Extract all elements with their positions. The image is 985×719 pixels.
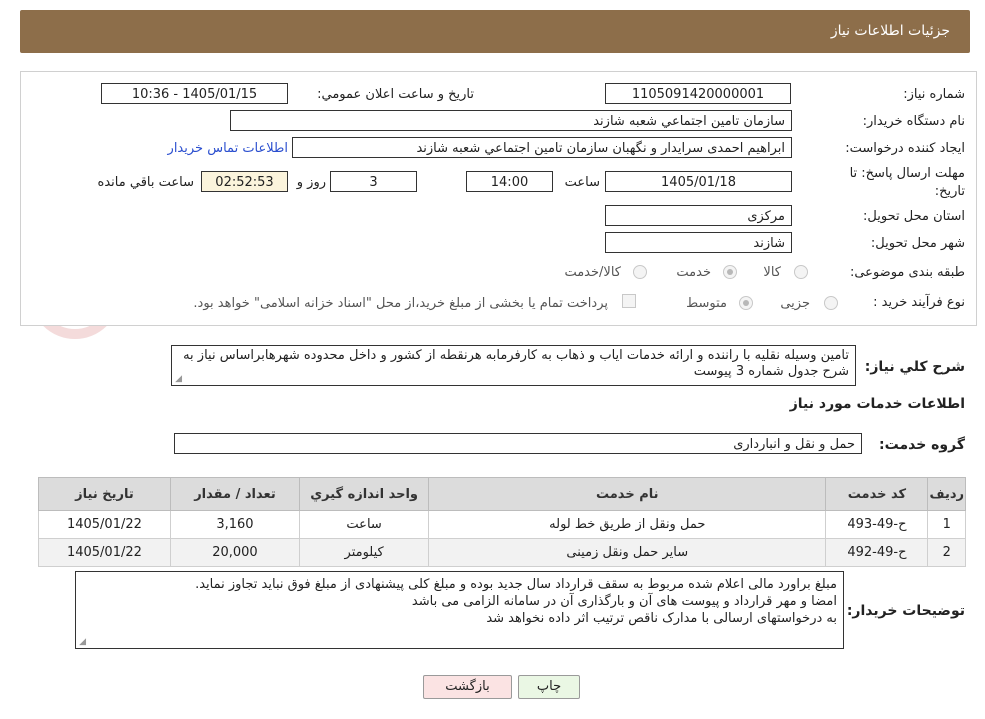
cell-need-date: 1405/01/22 <box>38 510 171 539</box>
announce-datetime-field: 1405/01/15 - 10:36 <box>101 83 288 104</box>
buyer-notes-textarea: مبلغ براورد مالی اعلام شده مربوط به سقف … <box>75 571 844 649</box>
cell-quantity: 3,160 <box>169 510 301 539</box>
description-label: شرح کلي نياز: <box>864 359 965 375</box>
buyer-notes-label: توضيحات خريدار: <box>846 603 965 619</box>
table-header-row: رديف کد خدمت نام خدمت واحد اندازه گيري ت… <box>38 477 966 511</box>
buyer-note-line: امضا و مهر قرارداد و پیوست های آن و بارگ… <box>411 594 837 609</box>
category-option-goods: کالا <box>763 265 781 280</box>
deadline-date-field: 1405/01/18 <box>605 171 792 192</box>
requester-field: ابراهيم احمدی سرايدار و نگهبان سازمان تا… <box>292 137 792 158</box>
category-label: طبقه بندی موضوعی: <box>849 265 965 280</box>
buyer-contact-link[interactable]: اطلاعات تماس خریدار <box>168 141 288 156</box>
need-number-label: شماره نیاز: <box>903 87 965 102</box>
cell-row-number: 1 <box>927 510 966 539</box>
page-title: جزئیات اطلاعات نیاز <box>830 23 950 39</box>
days-field: 3 <box>330 171 417 192</box>
services-table: رديف کد خدمت نام خدمت واحد اندازه گيري ت… <box>38 477 966 567</box>
category-option-goods-service: کالا/خدمت <box>564 265 621 280</box>
category-option-service: خدمت <box>676 265 711 280</box>
cell-service-code: ح-49-493 <box>825 510 929 539</box>
deadline-label: مهلت ارسال پاسخ: تا <box>849 166 965 181</box>
purchase-option-medium: متوسط <box>686 296 727 311</box>
buyer-note-line: به درخواستهای ارسالی با مدارک ناقص ترتیب… <box>486 611 837 626</box>
print-button[interactable]: چاپ <box>518 675 580 699</box>
service-group-label: گروه خدمت: <box>879 437 965 453</box>
deadline-label-date: تاریخ: <box>934 184 965 199</box>
back-button[interactable]: بازگشت <box>423 675 512 699</box>
days-label: روز و <box>296 175 326 190</box>
table-row: 2 ح-49-492 سایر حمل ونقل زمینی کیلومتر 2… <box>38 538 966 567</box>
cell-row-number: 2 <box>927 538 966 567</box>
cell-service-name: سایر حمل ونقل زمینی <box>428 538 827 567</box>
resize-grip-icon[interactable]: ◢ <box>174 375 182 384</box>
col-service-name: نام خدمت <box>428 477 827 511</box>
purchase-option-minor: جزیی <box>780 296 810 311</box>
table-row: 1 ح-49-493 حمل ونقل از طریق خط لوله ساعت… <box>38 510 966 539</box>
need-number-field: 1105091420000001 <box>605 83 791 104</box>
deadline-time-label: ساعت <box>564 175 600 190</box>
purchase-type-label: نوع فرآيند خريد : <box>873 295 965 310</box>
remaining-time-label: ساعت باقي مانده <box>97 175 194 190</box>
page-header: جزئیات اطلاعات نیاز <box>20 10 970 53</box>
category-radio-service[interactable] <box>723 265 737 279</box>
col-unit: واحد اندازه گيري <box>299 477 430 511</box>
treasury-bonds-note: پرداخت تمام یا بخشی از مبلغ خرید،از محل … <box>193 296 608 311</box>
col-need-date: تاريخ نياز <box>38 477 171 511</box>
cell-unit: کیلومتر <box>299 538 430 567</box>
requester-label: ايجاد کننده درخواست: <box>845 141 965 156</box>
announce-datetime-label: تاریخ و ساعت اعلان عمومي: <box>317 87 474 102</box>
province-field: مرکزی <box>605 205 792 226</box>
treasury-bonds-checkbox[interactable] <box>622 294 636 308</box>
description-text: تامین وسیله نقلیه با راننده و ارائه خدما… <box>183 348 849 379</box>
buyer-note-line: مبلغ براورد مالی اعلام شده مربوط به سقف … <box>195 577 837 592</box>
cell-service-code: ح-49-492 <box>825 538 929 567</box>
col-row-number: رديف <box>927 477 966 511</box>
city-field: شازند <box>605 232 792 253</box>
col-service-code: کد خدمت <box>825 477 929 511</box>
cell-need-date: 1405/01/22 <box>38 538 171 567</box>
buyer-org-field: سازمان تامين اجتماعي شعبه شازند <box>230 110 792 131</box>
province-label: استان محل تحویل: <box>863 209 965 224</box>
cell-quantity: 20,000 <box>169 538 301 567</box>
purchase-radio-medium[interactable] <box>739 296 753 310</box>
resize-grip-icon[interactable]: ◢ <box>78 638 86 647</box>
cell-service-name: حمل ونقل از طریق خط لوله <box>428 510 827 539</box>
deadline-time-field: 14:00 <box>466 171 553 192</box>
description-textarea: تامین وسیله نقلیه با راننده و ارائه خدما… <box>171 345 856 386</box>
buyer-org-label: نام دستگاه خريدار: <box>862 114 965 129</box>
service-group-field: حمل و نقل و انبارداری <box>174 433 862 454</box>
category-radio-goods-service[interactable] <box>633 265 647 279</box>
cell-unit: ساعت <box>299 510 430 539</box>
col-quantity: تعداد / مقدار <box>169 477 301 511</box>
remaining-time-field: 02:52:53 <box>201 171 288 192</box>
category-radio-goods[interactable] <box>794 265 808 279</box>
services-section-title: اطلاعات خدمات مورد نياز <box>789 396 965 412</box>
city-label: شهر محل تحویل: <box>870 236 965 251</box>
purchase-radio-minor[interactable] <box>824 296 838 310</box>
